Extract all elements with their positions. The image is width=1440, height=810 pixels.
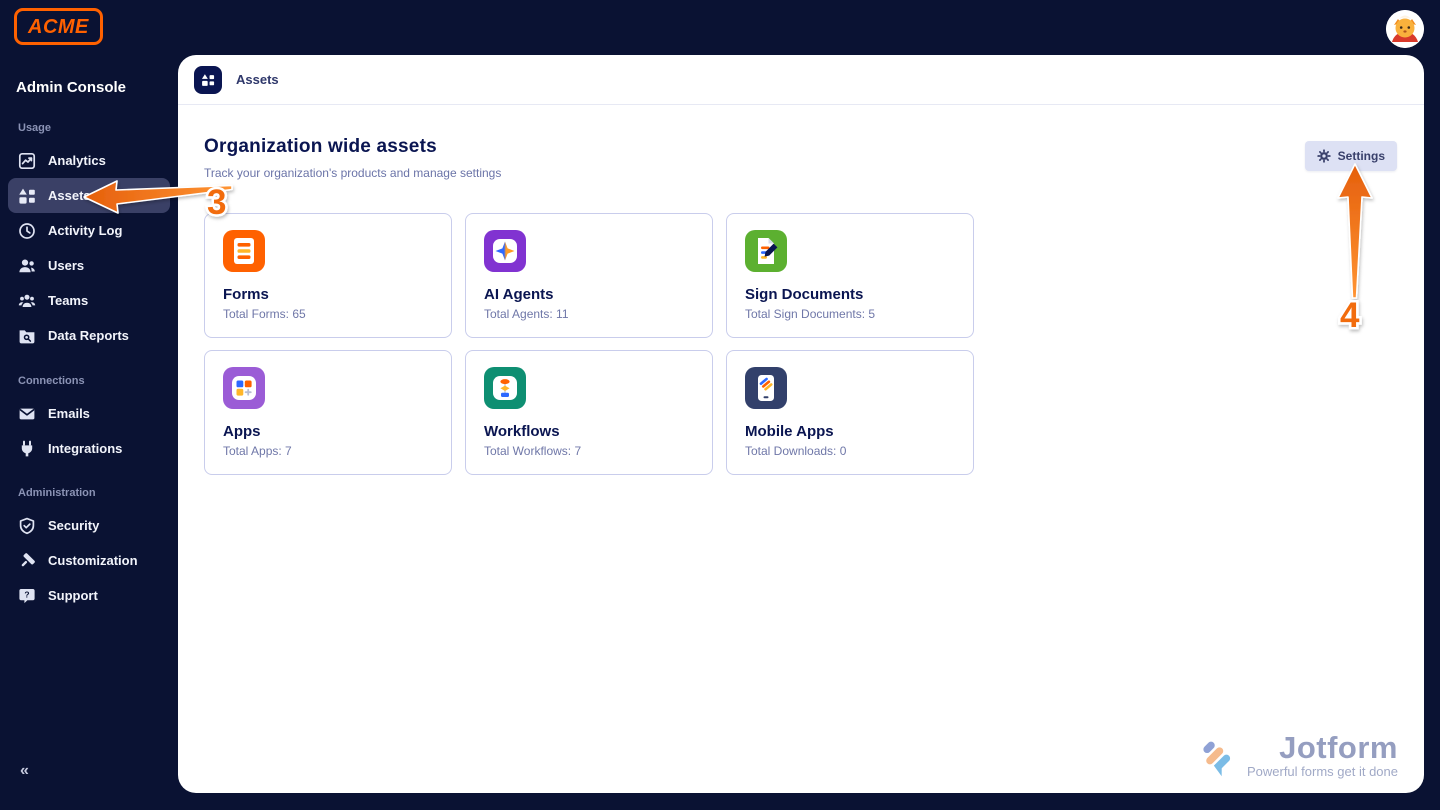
sidebar-item-teams[interactable]: Teams — [0, 283, 178, 318]
card-forms[interactable]: Forms Total Forms: 65 — [204, 213, 452, 338]
card-stat: Total Apps: 7 — [223, 444, 292, 458]
assets-icon — [18, 187, 36, 205]
data-reports-icon — [18, 327, 36, 345]
teams-icon — [18, 292, 36, 310]
sidebar-item-label: Data Reports — [48, 328, 129, 343]
sidebar-item-assets[interactable]: Assets — [8, 178, 170, 213]
sidebar-section-connections: Connections Emails Integrations — [0, 375, 178, 466]
card-title: Forms — [223, 286, 269, 303]
sidebar-item-security[interactable]: Security — [0, 508, 178, 543]
sidebar-item-integrations[interactable]: Integrations — [0, 431, 178, 466]
card-sign-documents[interactable]: Sign Documents Total Sign Documents: 5 — [726, 213, 974, 338]
users-icon — [18, 257, 36, 275]
forms-icon — [223, 230, 265, 272]
paint-roller-icon — [18, 552, 36, 570]
ai-agents-icon — [484, 230, 526, 272]
help-bubble-icon: ? — [18, 587, 36, 605]
acme-logo[interactable]: ACME — [14, 8, 103, 45]
sidebar-item-data-reports[interactable]: Data Reports — [0, 318, 178, 353]
sidebar-item-label: Activity Log — [48, 223, 123, 238]
card-title: AI Agents — [484, 286, 554, 303]
jotform-watermark: Jotform Powerful forms get it done — [1193, 732, 1398, 779]
main-panel: Assets Settings Organization wide assets… — [178, 55, 1424, 793]
breadcrumb: Assets — [236, 72, 279, 87]
card-title: Apps — [223, 423, 261, 440]
user-avatar[interactable] — [1386, 10, 1424, 48]
card-stat: Total Workflows: 7 — [484, 444, 582, 458]
jotform-logo-icon — [1203, 741, 1231, 777]
shield-icon — [18, 517, 36, 535]
svg-text:?: ? — [24, 589, 29, 599]
jotform-tagline: Powerful forms get it done — [1246, 764, 1398, 779]
card-stat: Total Forms: 65 — [223, 307, 306, 321]
card-stat: Total Sign Documents: 5 — [745, 307, 876, 321]
card-mobile-apps[interactable]: Mobile Apps Total Downloads: 0 — [726, 350, 974, 475]
card-title: Mobile Apps — [745, 423, 834, 440]
integrations-icon — [18, 440, 36, 458]
sidebar-section-usage: Usage Analytics Assets Activity Log User… — [0, 122, 178, 353]
assets-header-icon — [194, 65, 222, 94]
sidebar-item-label: Assets — [48, 188, 91, 203]
sign-documents-icon — [745, 230, 787, 272]
sidebar-item-analytics[interactable]: Analytics — [0, 143, 178, 178]
sidebar-item-label: Integrations — [48, 441, 123, 456]
jotform-brand-text: Jotform — [1279, 730, 1398, 765]
page-title: Organization wide assets — [204, 136, 437, 157]
card-stat: Total Downloads: 0 — [745, 444, 847, 458]
card-workflows[interactable]: Workflows Total Workflows: 7 — [465, 350, 713, 475]
mobile-apps-icon — [745, 367, 787, 409]
sidebar-item-emails[interactable]: Emails — [0, 396, 178, 431]
sidebar-item-label: Customization — [48, 553, 138, 568]
analytics-icon — [18, 152, 36, 170]
card-stat: Total Agents: 11 — [484, 307, 569, 321]
card-title: Workflows — [484, 423, 560, 440]
sidebar-item-label: Security — [48, 518, 100, 533]
sidebar-item-customization[interactable]: Customization — [0, 543, 178, 578]
activity-log-icon — [18, 222, 36, 240]
sidebar-item-label: Analytics — [48, 153, 106, 168]
panel-header: Assets — [178, 55, 1424, 105]
card-title: Sign Documents — [745, 286, 864, 303]
avatar-character-icon — [1386, 10, 1424, 48]
sidebar-collapse-button[interactable]: « — [20, 762, 29, 780]
section-label-usage: Usage — [18, 122, 52, 134]
sidebar-item-label: Emails — [48, 406, 90, 421]
emails-icon — [18, 405, 36, 423]
sidebar-item-support[interactable]: ? Support — [0, 578, 178, 613]
asset-cards-grid: Forms Total Forms: 65 AI Agents Total Ag… — [204, 213, 1398, 475]
sidebar-item-label: Users — [48, 258, 85, 273]
apps-icon — [223, 367, 265, 409]
card-ai-agents[interactable]: AI Agents Total Agents: 11 — [465, 213, 713, 338]
card-apps[interactable]: Apps Total Apps: 7 — [204, 350, 452, 475]
sidebar-item-label: Teams — [48, 293, 89, 308]
content-area: Organization wide assets Track your orga… — [178, 105, 1424, 475]
sidebar-item-users[interactable]: Users — [0, 248, 178, 283]
section-label-administration: Administration — [18, 487, 96, 499]
sidebar-section-administration: Administration Security Customization ? … — [0, 487, 178, 613]
admin-console-title: Admin Console — [16, 79, 127, 96]
sidebar-item-activity-log[interactable]: Activity Log — [0, 213, 178, 248]
workflows-icon — [484, 367, 526, 409]
section-label-connections: Connections — [18, 375, 85, 387]
page-subtitle: Track your organization's products and m… — [204, 166, 502, 180]
sidebar: ACME Admin Console Usage Analytics Asset… — [0, 0, 178, 810]
acme-logo-text: ACME — [28, 16, 89, 38]
sidebar-item-label: Support — [48, 588, 98, 603]
